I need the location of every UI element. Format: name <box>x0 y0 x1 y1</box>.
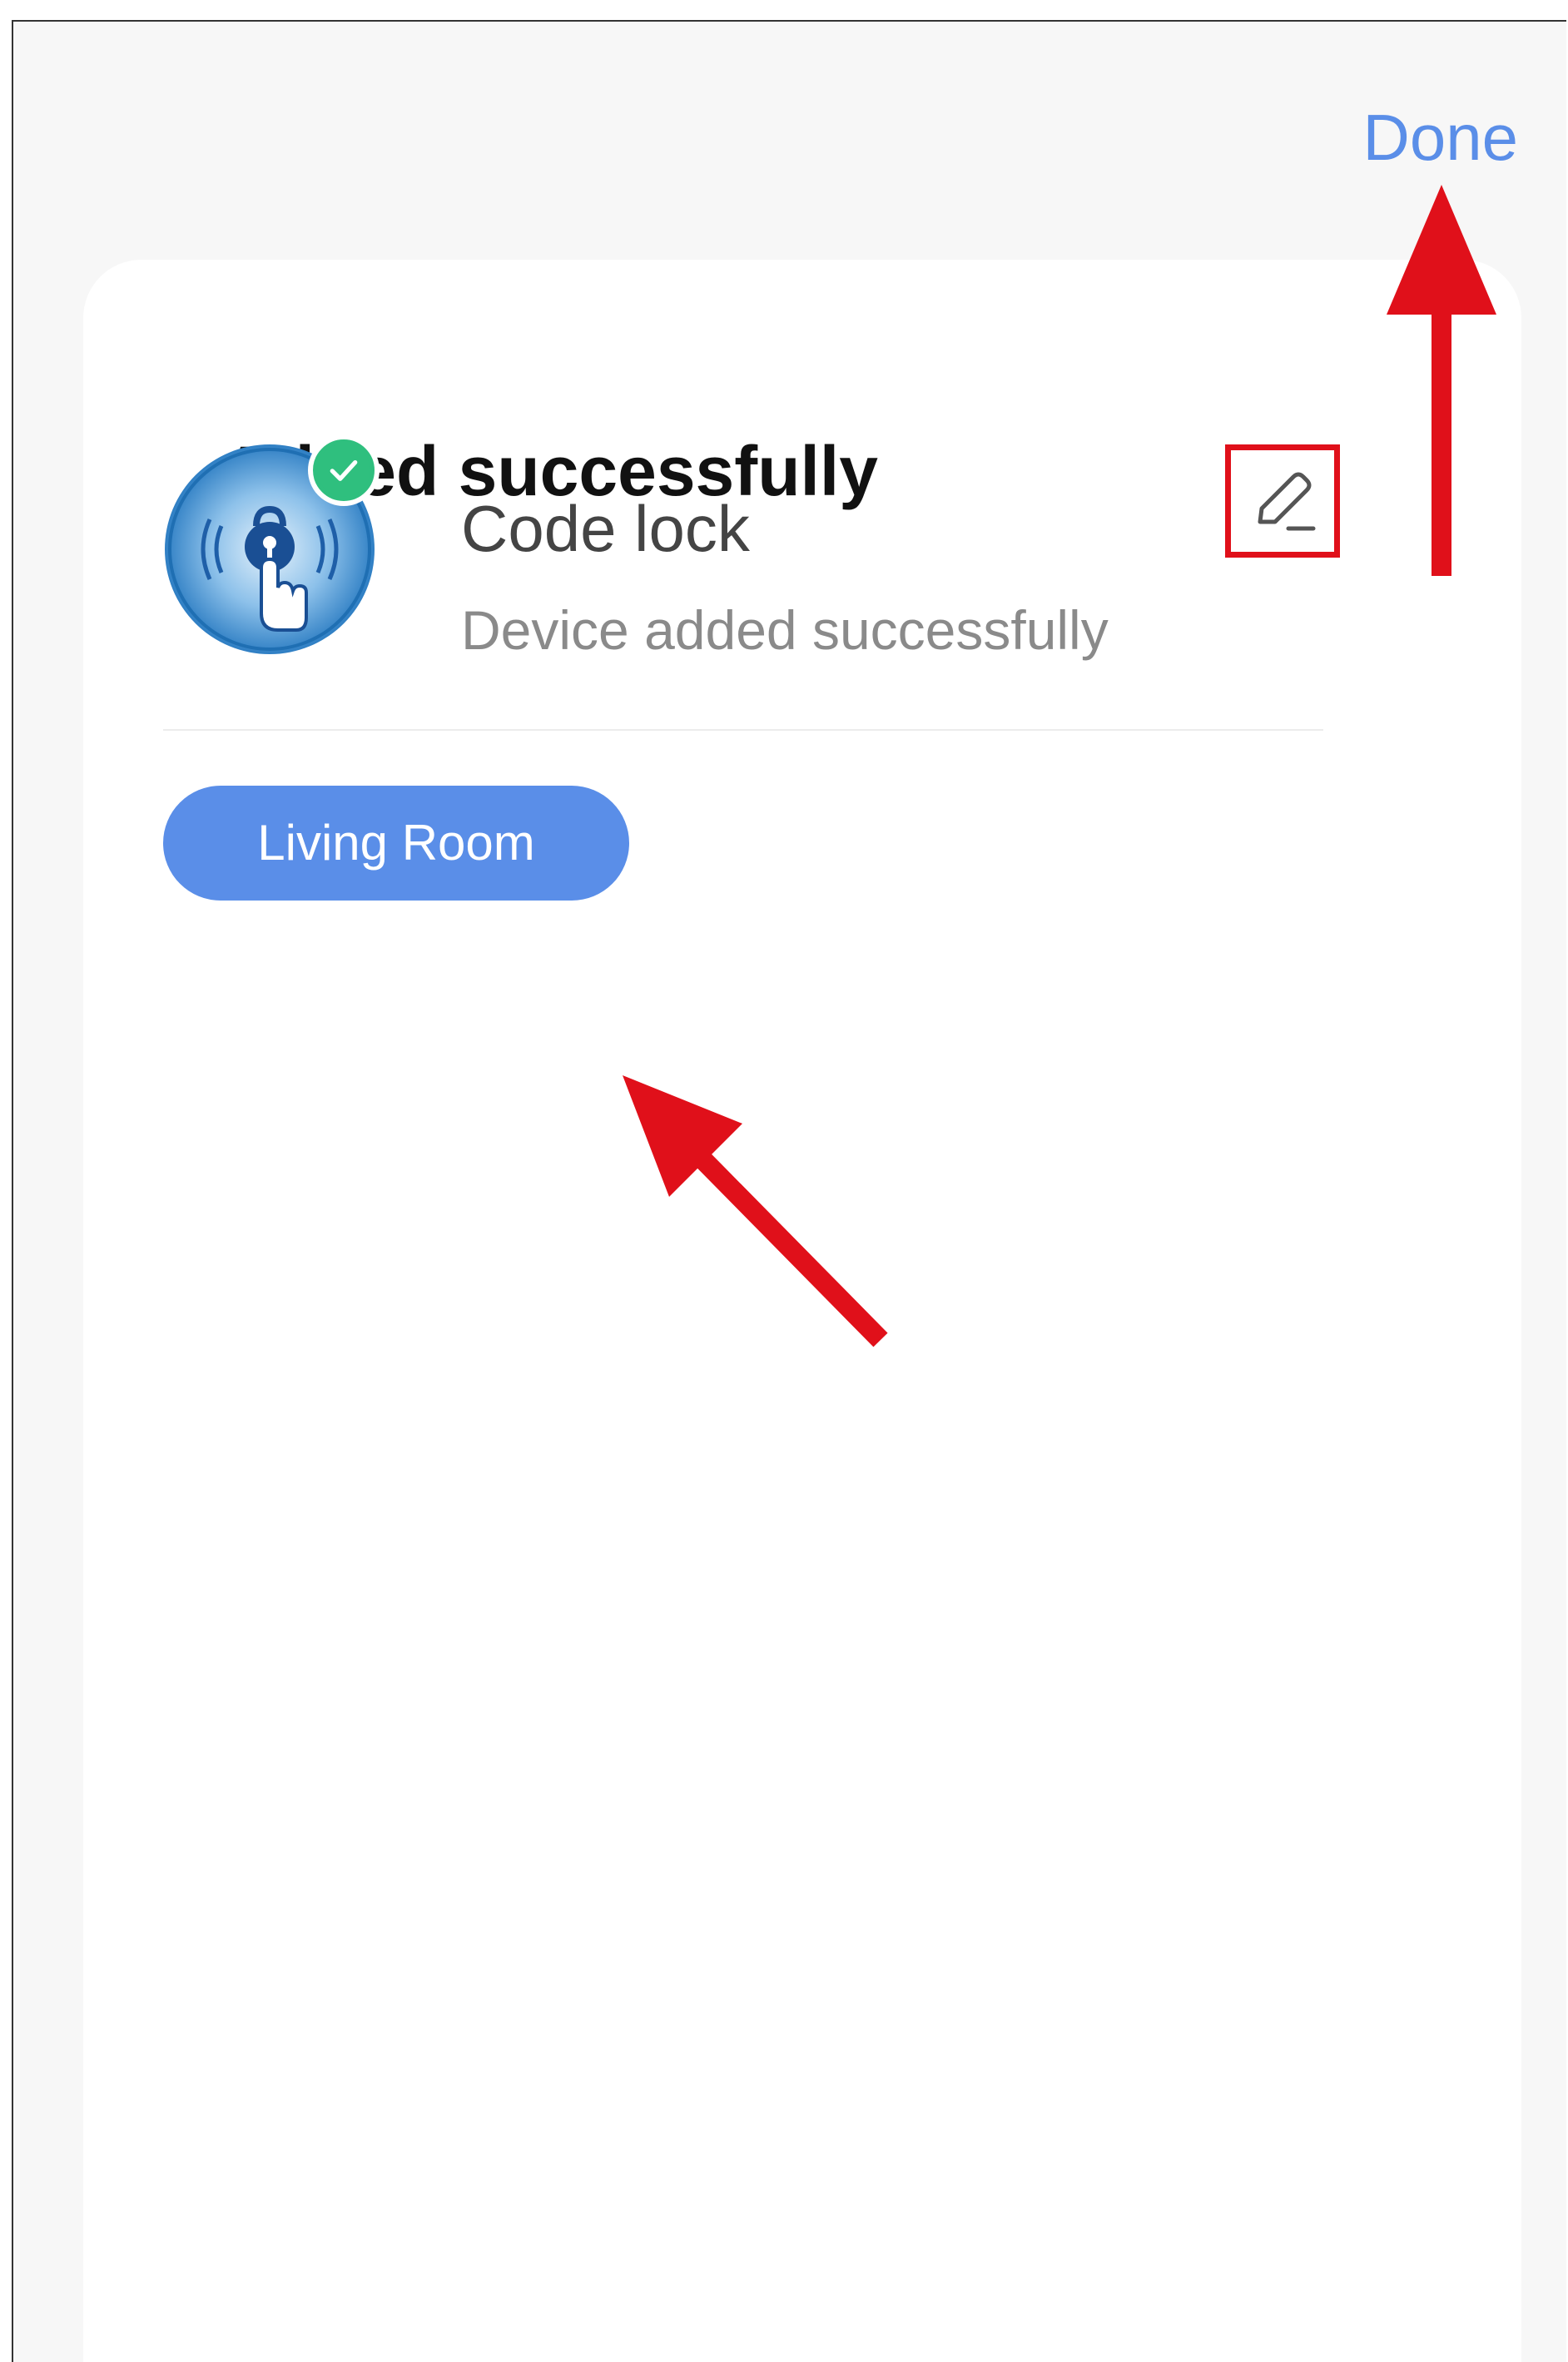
check-icon <box>308 434 380 506</box>
device-name: Code lock <box>461 492 750 565</box>
app-screen: Done Added successfully Code lock Device… <box>12 20 1566 2362</box>
done-button[interactable]: Done <box>1363 105 1518 170</box>
edit-name-button[interactable] <box>1225 444 1340 558</box>
device-status: Device added successfully <box>461 599 1109 661</box>
room-chip-living-room[interactable]: Living Room <box>163 786 629 901</box>
divider <box>163 729 1323 731</box>
pencil-icon <box>1258 472 1316 531</box>
